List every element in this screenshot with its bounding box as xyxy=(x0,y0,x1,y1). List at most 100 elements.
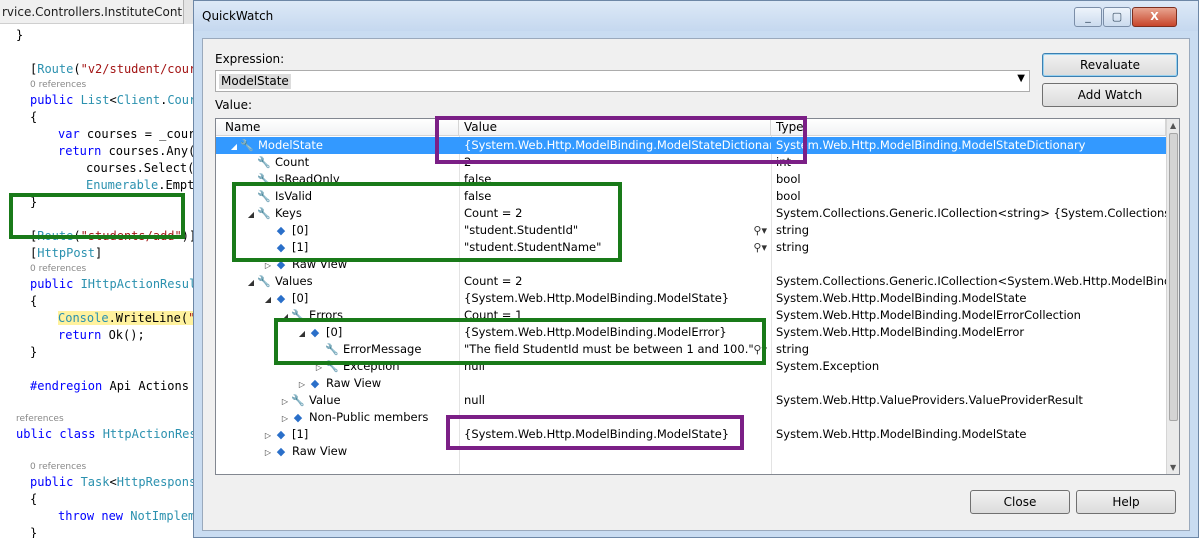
name-cell[interactable]: ◆ [0] xyxy=(216,222,459,239)
name-cell[interactable]: ◢ ◆ [0] xyxy=(216,324,459,341)
column-header-type[interactable]: Type xyxy=(771,119,1166,136)
collapsed-triangle-icon[interactable]: ▷ xyxy=(262,444,274,460)
scrollbar-thumb[interactable] xyxy=(1169,133,1178,421)
grid-row[interactable]: ▷ ◆ Raw View xyxy=(216,375,1166,392)
name-cell[interactable]: ◢ 🔧 Keys xyxy=(216,205,459,222)
value-cell[interactable]: "The field StudentId must be between 1 a… xyxy=(459,341,771,358)
grid-row[interactable]: ◢ ◆ [0] {System.Web.Http.ModelBinding.Model… xyxy=(216,324,1166,341)
value-cell[interactable]: {System.Web.Http.ModelBinding.ModelState… xyxy=(459,137,771,154)
name-cell[interactable]: ◢ 🔧 Errors xyxy=(216,307,459,324)
row-value: "student.StudentId" xyxy=(464,223,579,237)
help-button[interactable]: Help xyxy=(1076,490,1176,514)
grid-row[interactable]: ◢ 🔧 Values Count = 2 System.Collections.Gene… xyxy=(216,273,1166,290)
value-cell[interactable]: 2 xyxy=(459,154,771,171)
grid-row[interactable]: 🔧 ErrorMessage "The field StudentId must b… xyxy=(216,341,1166,358)
name-cell[interactable]: ▷ ◆ [1] xyxy=(216,426,459,443)
name-cell[interactable]: ▷ 🔧 Value xyxy=(216,392,459,409)
row-name: Raw View xyxy=(326,376,382,390)
add-watch-button[interactable]: Add Watch xyxy=(1042,83,1178,107)
reference-count-label: 0 references xyxy=(30,462,87,472)
name-cell[interactable]: ▷ ◆ Raw View xyxy=(216,375,459,392)
chevron-down-icon[interactable]: ▼ xyxy=(1017,73,1025,84)
grid-row[interactable]: ▷ ◆ Raw View xyxy=(216,256,1166,273)
column-header-name[interactable]: Name xyxy=(216,119,459,136)
name-cell[interactable]: ◢ 🔧 ModelState xyxy=(216,137,459,154)
value-cell[interactable]: {System.Web.Http.ModelBinding.ModelState… xyxy=(459,290,771,307)
scroll-down-icon[interactable]: ▼ xyxy=(1170,463,1176,472)
name-cell[interactable]: 🔧 ErrorMessage xyxy=(216,341,459,358)
name-cell[interactable]: 🔧 IsReadOnly xyxy=(216,171,459,188)
grid-row[interactable]: ▷ 🔧 Value null System.Web.Http.ValueProvider… xyxy=(216,392,1166,409)
collapsed-triangle-icon[interactable]: ▷ xyxy=(296,376,308,392)
expanded-triangle-icon[interactable]: ◢ xyxy=(279,308,291,324)
value-cell[interactable]: null xyxy=(459,358,771,375)
name-cell[interactable]: ▷ ◆ Raw View xyxy=(216,443,459,460)
grid-row[interactable]: ▷ ◆ Non-Public members xyxy=(216,409,1166,426)
name-cell[interactable]: 🔧 IsValid xyxy=(216,188,459,205)
grid-row[interactable]: ▷ ◆ [1] {System.Web.Http.ModelBinding.Model… xyxy=(216,426,1166,443)
grid-row[interactable]: ◆ [0] "student.StudentId" ⚲▾ string xyxy=(216,222,1166,239)
grid-row[interactable]: ▷ 🔧 Exception null System.Exception xyxy=(216,358,1166,375)
value-cell[interactable]: null xyxy=(459,392,771,409)
value-cell[interactable]: {System.Web.Http.ModelBinding.ModelState… xyxy=(459,426,771,443)
name-cell[interactable]: ◆ [1] xyxy=(216,239,459,256)
row-name: IsValid xyxy=(275,189,313,203)
magnifier-icon[interactable]: ⚲▾ xyxy=(753,239,767,256)
maximize-button[interactable]: ▢ xyxy=(1103,7,1131,27)
value-cell[interactable] xyxy=(459,409,771,426)
name-cell[interactable]: 🔧 Count xyxy=(216,154,459,171)
grid-row[interactable]: ◢ ◆ [0] {System.Web.Http.ModelBinding.Model… xyxy=(216,290,1166,307)
value-cell[interactable]: false xyxy=(459,171,771,188)
magnifier-icon[interactable]: ⚲▾ xyxy=(753,341,767,358)
grid-row[interactable]: 🔧 Count 2 int xyxy=(216,154,1166,171)
value-cell[interactable]: Count = 2 xyxy=(459,205,771,222)
expanded-triangle-icon[interactable]: ◢ xyxy=(245,274,257,290)
dialog-title-bar[interactable]: QuickWatch _ ▢ X xyxy=(194,1,1198,31)
grid-row[interactable]: ▷ ◆ Raw View xyxy=(216,443,1166,460)
name-cell[interactable]: ◢ 🔧 Values xyxy=(216,273,459,290)
grid-row[interactable]: ◢ 🔧 Keys Count = 2 System.Collections.Generi… xyxy=(216,205,1166,222)
value-cell[interactable]: Count = 2 xyxy=(459,273,771,290)
value-cell[interactable]: false xyxy=(459,188,771,205)
name-cell[interactable]: ▷ ◆ Non-Public members xyxy=(216,409,459,426)
magnifier-icon[interactable]: ⚲▾ xyxy=(753,222,767,239)
name-cell[interactable]: ▷ 🔧 Exception xyxy=(216,358,459,375)
value-cell[interactable]: Count = 1 xyxy=(459,307,771,324)
grid-row[interactable]: 🔧 IsValid false bool xyxy=(216,188,1166,205)
value-cell[interactable] xyxy=(459,443,771,460)
name-cell[interactable]: ◢ ◆ [0] xyxy=(216,290,459,307)
expression-combobox[interactable]: ModelState ▼ xyxy=(215,70,1030,92)
expanded-triangle-icon[interactable]: ◢ xyxy=(262,291,274,307)
vertical-scrollbar[interactable]: ▲ ▼ xyxy=(1166,119,1179,474)
expanded-triangle-icon[interactable]: ◢ xyxy=(245,206,257,222)
collapsed-triangle-icon[interactable]: ▷ xyxy=(279,393,291,409)
watch-grid[interactable]: Name Value Type ◢ 🔧 ModelState {System.Web.… xyxy=(215,118,1180,475)
collapsed-triangle-icon[interactable]: ▷ xyxy=(313,359,325,375)
navigation-breadcrumb[interactable]: rvice.Controllers.InstituteController xyxy=(0,0,193,24)
close-window-button[interactable]: X xyxy=(1132,7,1177,27)
scroll-up-icon[interactable]: ▲ xyxy=(1170,121,1176,130)
expanded-triangle-icon[interactable]: ◢ xyxy=(296,325,308,341)
name-cell[interactable]: ▷ ◆ Raw View xyxy=(216,256,459,273)
value-cell[interactable] xyxy=(459,375,771,392)
collapsed-triangle-icon[interactable]: ▷ xyxy=(262,427,274,443)
grid-row[interactable]: ◢ 🔧 Errors Count = 1 System.Web.Http.ModelBi… xyxy=(216,307,1166,324)
code-editor[interactable]: rvice.Controllers.InstituteController } [… xyxy=(0,0,193,538)
reevaluate-button[interactable]: Revaluate xyxy=(1042,53,1178,77)
close-button[interactable]: Close xyxy=(970,490,1070,514)
grid-row[interactable]: ◆ [1] "student.StudentName" ⚲▾ string xyxy=(216,239,1166,256)
minimize-button[interactable]: _ xyxy=(1074,7,1102,27)
expression-value[interactable]: ModelState xyxy=(219,74,291,89)
value-cell[interactable]: "student.StudentId" ⚲▾ xyxy=(459,222,771,239)
value-cell[interactable]: "student.StudentName" ⚲▾ xyxy=(459,239,771,256)
expanded-triangle-icon[interactable]: ◢ xyxy=(228,138,240,154)
breadcrumb-dropdown[interactable] xyxy=(183,0,193,24)
grid-row[interactable]: 🔧 IsReadOnly false bool xyxy=(216,171,1166,188)
collapsed-triangle-icon[interactable]: ▷ xyxy=(262,257,274,273)
grid-row[interactable]: ◢ 🔧 ModelState {System.Web.Http.ModelBindin… xyxy=(216,137,1166,154)
column-header-value[interactable]: Value xyxy=(459,119,771,136)
value-cell[interactable]: {System.Web.Http.ModelBinding.ModelError… xyxy=(459,324,771,341)
value-cell[interactable] xyxy=(459,256,771,273)
row-value: null xyxy=(464,359,485,373)
collapsed-triangle-icon[interactable]: ▷ xyxy=(279,410,291,426)
